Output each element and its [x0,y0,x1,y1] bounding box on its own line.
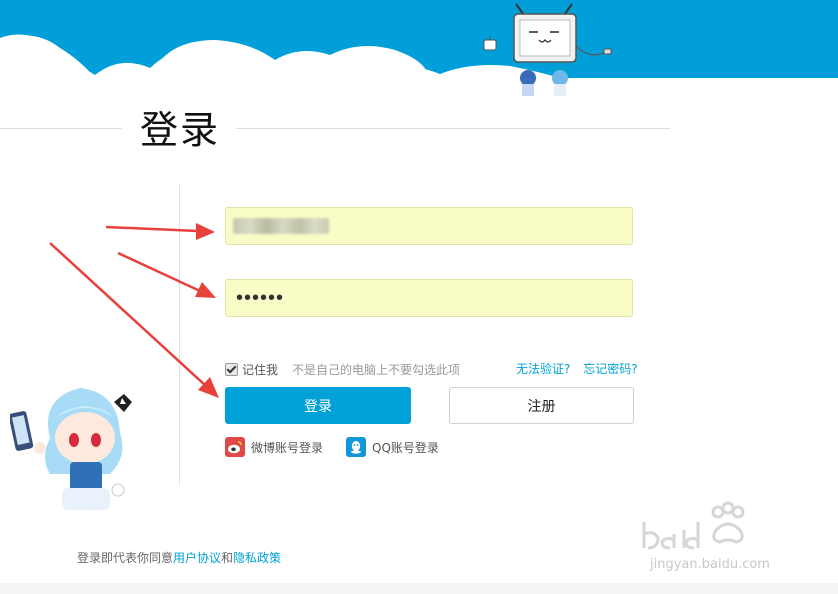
register-button[interactable]: 注册 [449,387,634,424]
tv-mascot-illustration [483,3,612,96]
qq-login-label: QQ账号登录 [372,440,439,455]
bottom-strip [0,583,838,594]
footer-agreement: 登录即代表你同意用户协议和隐私政策 [77,549,281,566]
vertical-divider [179,185,180,485]
remember-me-hint: 不是自己的电脑上不要勾选此项 [292,362,461,377]
footer-prefix: 登录即代表你同意 [77,551,174,565]
title-line-right [236,128,670,129]
qq-login[interactable]: QQ账号登录 [346,437,439,457]
blurred-username-text [233,218,329,234]
qq-icon [346,437,366,457]
user-agreement-link[interactable]: 用户协议 [173,551,221,565]
title-line-left [0,128,122,129]
password-input[interactable] [225,279,633,317]
watermark-url: jingyan.baidu.com [650,557,770,572]
page-title: 登录 [140,108,221,152]
footer-and: 和 [221,551,234,565]
weibo-login[interactable]: 微博账号登录 [225,437,323,457]
mascot-illustration [10,388,132,510]
forgot-password-link[interactable]: 忘记密码? [583,362,637,376]
weibo-icon [225,437,245,457]
remember-me-row: 记住我 不是自己的电脑上不要勾选此项 [225,361,460,377]
weibo-login-label: 微博账号登录 [251,440,324,455]
remember-me-label[interactable]: 记住我 [242,361,278,378]
cannot-verify-link[interactable]: 无法验证? [516,362,570,376]
header-banner [0,0,838,110]
login-button[interactable]: 登录 [225,387,411,424]
privacy-policy-link[interactable]: 隐私政策 [233,551,281,565]
title-row: 登录 [0,105,670,155]
remember-me-checkbox[interactable] [225,362,238,376]
help-links: 无法验证? 忘记密码? [516,361,638,377]
